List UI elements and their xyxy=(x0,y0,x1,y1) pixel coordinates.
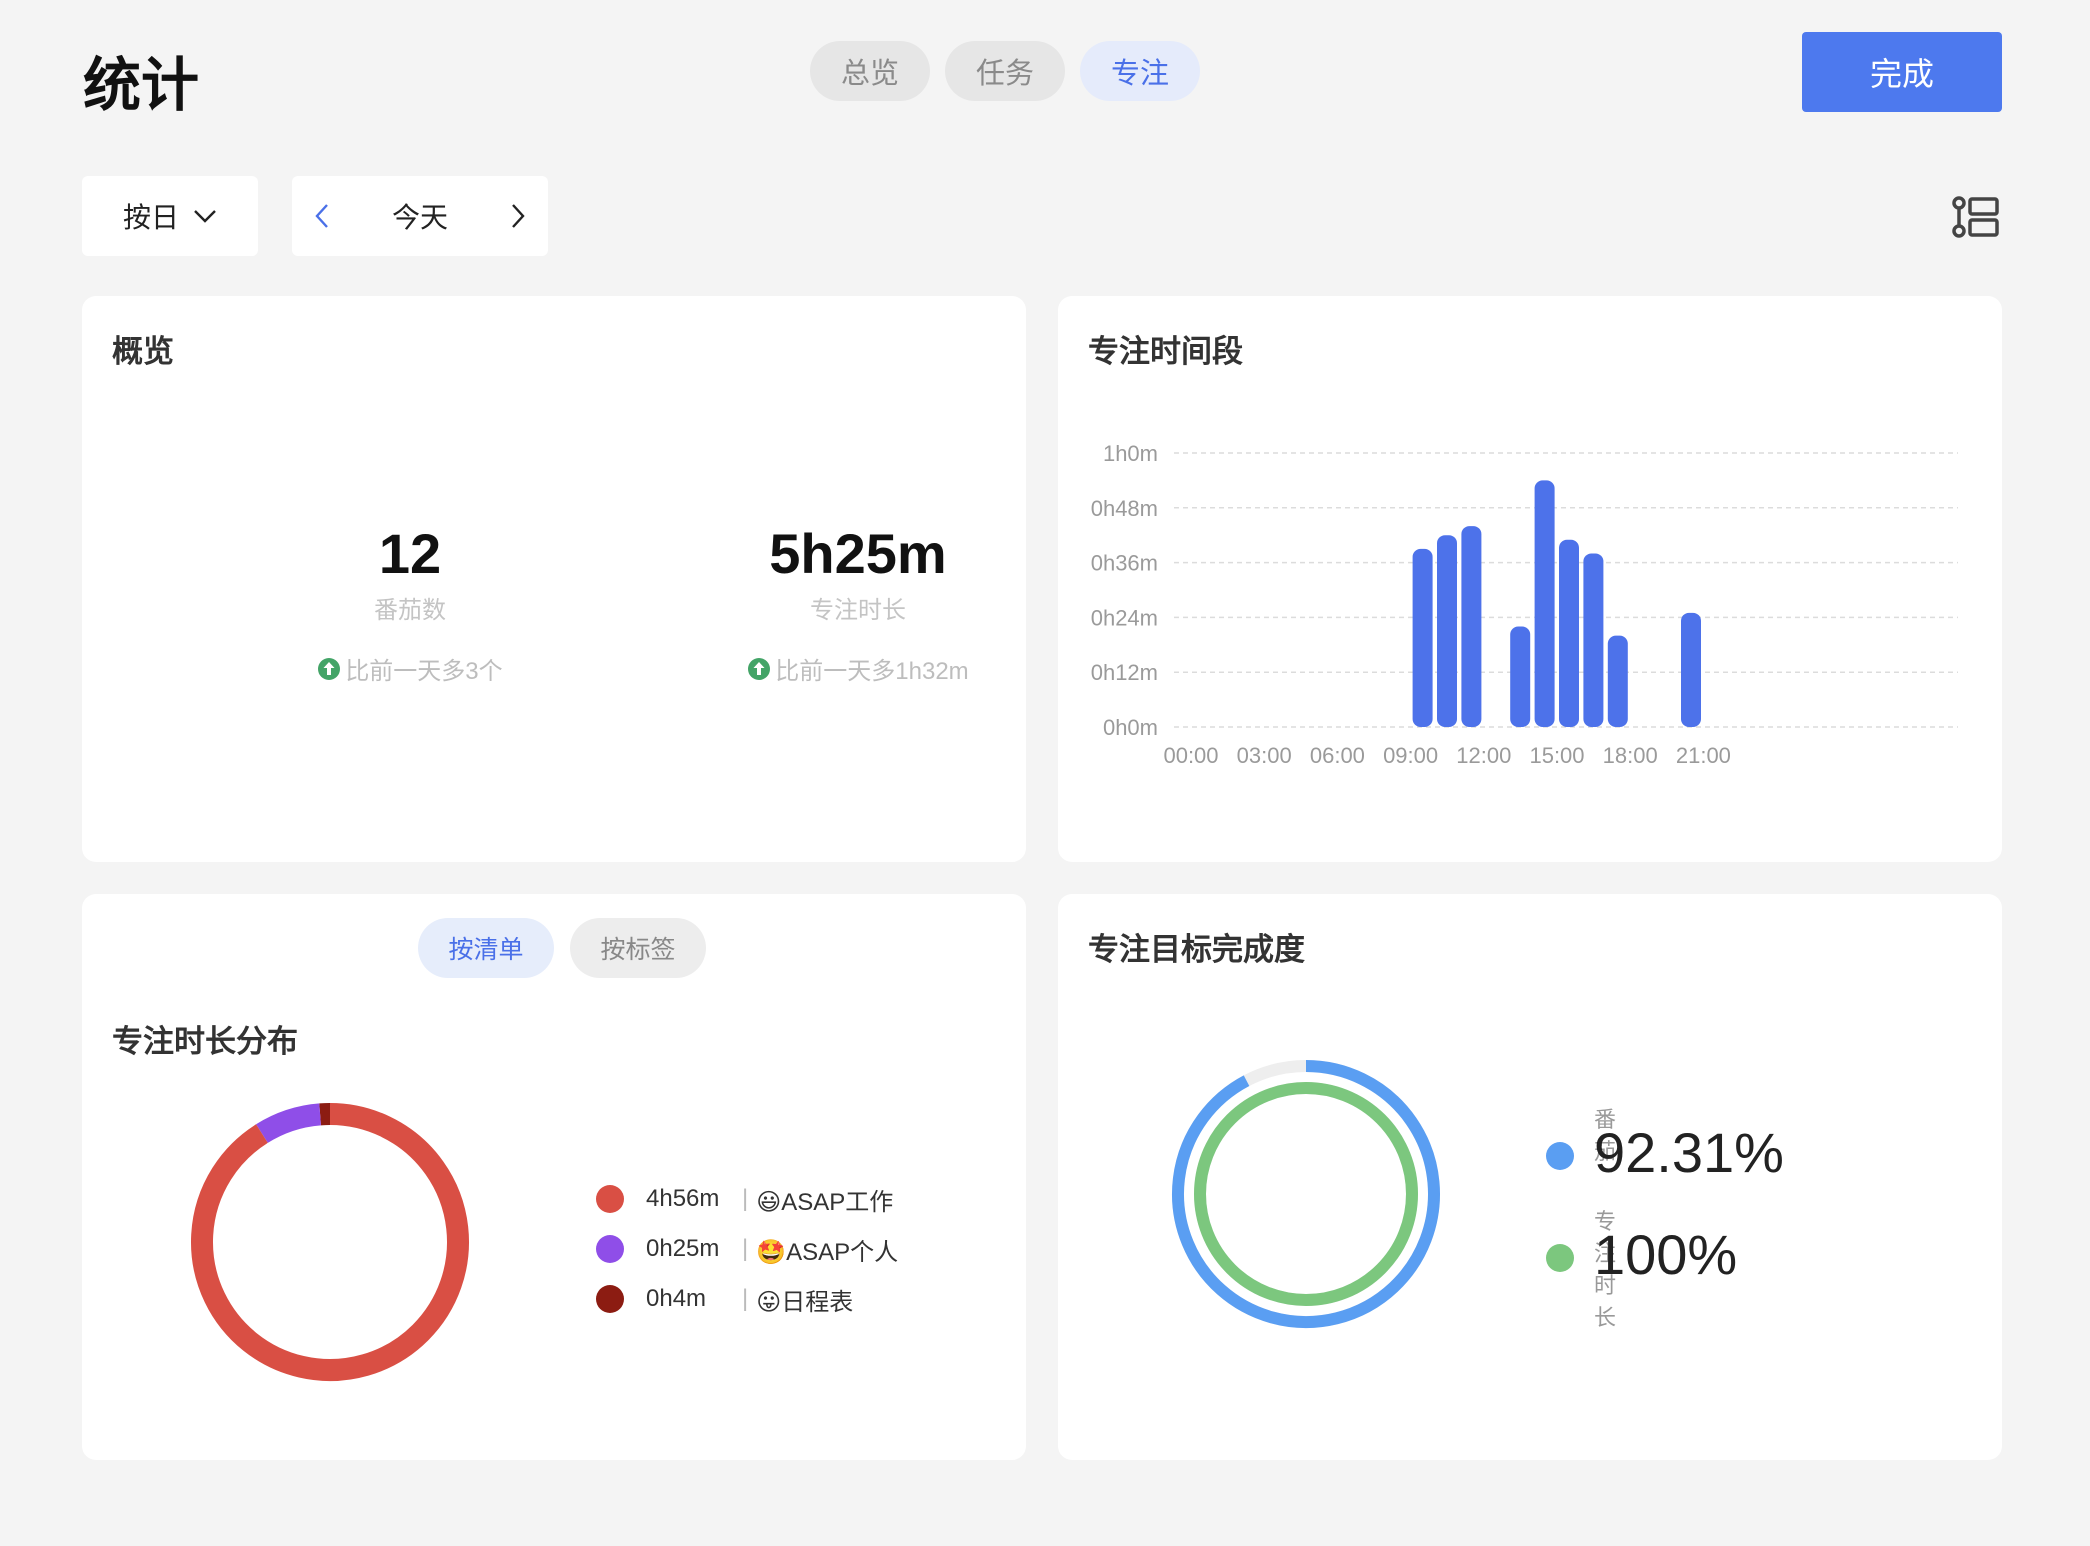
chevron-right-icon[interactable] xyxy=(508,202,528,230)
goals-card: 专注目标完成度 番茄 92.31% 专注时长 100% xyxy=(1058,894,2002,1460)
list-settings-icon[interactable] xyxy=(1952,196,2000,238)
distribution-card: 按清单 按标签 专注时长分布 4h56m | 😃ASAP工作 0h25m | 🤩… xyxy=(82,894,1026,1460)
y-tick-label: 0h36m xyxy=(1091,551,1158,576)
y-tick-label: 0h0m xyxy=(1103,715,1158,740)
legend-item: 4h56m | 😃ASAP工作 xyxy=(596,1174,898,1224)
overview-card: 概览 12 番茄数 比前一天多3个 5h25m 专注时长 比前一天多1h32m xyxy=(82,296,1026,862)
donut-slice xyxy=(191,1103,469,1381)
tab-tasks[interactable]: 任务 xyxy=(945,41,1065,101)
goal-value: 92.31% xyxy=(1594,1121,1784,1184)
distribution-donut xyxy=(191,1103,469,1381)
bar xyxy=(1607,635,1628,727)
focus-duration: 5h25m xyxy=(769,522,947,585)
legend-item: 0h25m | 🤩ASAP个人 xyxy=(596,1224,898,1274)
x-tick-label: 03:00 xyxy=(1237,743,1292,768)
bar xyxy=(1583,553,1604,727)
view-tabs: 总览 任务 专注 xyxy=(810,41,1200,101)
arrow-up-circle-icon xyxy=(318,657,341,680)
pomodoro-count: 12 xyxy=(378,522,442,585)
timeline-chart: 1h0m 0h48m 0h36m 0h24m 0h12m 0h0m00:00 03:00 06… xyxy=(1091,441,1958,768)
pomodoro-label: 番茄数 xyxy=(374,597,446,624)
legend-dot xyxy=(596,1185,624,1213)
goals-rings xyxy=(1172,1060,1440,1328)
legend-dot xyxy=(596,1285,624,1313)
x-tick-label: 12:00 xyxy=(1456,743,1511,768)
bar xyxy=(1681,612,1701,727)
distribution-legend: 4h56m | 😃ASAP工作 0h25m | 🤩ASAP个人 0h4m | 😛… xyxy=(596,1174,898,1324)
x-tick-label: 21:00 xyxy=(1676,743,1731,768)
goal-value: 100% xyxy=(1594,1223,1738,1286)
ring-progress xyxy=(1194,1082,1418,1306)
focus-compare-text: 比前一天多1h32m xyxy=(775,658,969,685)
legend-time: 0h4m xyxy=(646,1285,707,1312)
donut-slice xyxy=(256,1103,322,1144)
legend-name: 🤩ASAP个人 xyxy=(756,1238,899,1266)
x-tick-label: 15:00 xyxy=(1529,743,1584,768)
period-dropdown[interactable]: 按日 xyxy=(82,176,258,256)
y-tick-label: 0h24m xyxy=(1091,605,1158,630)
legend-separator: | xyxy=(742,1185,749,1212)
tab-overview[interactable]: 总览 xyxy=(810,41,930,101)
bar xyxy=(1437,535,1457,727)
pomodoro-compare: 比前一天多3个 xyxy=(230,651,590,686)
date-navigator: 今天 xyxy=(292,176,548,256)
y-tick-label: 0h12m xyxy=(1091,660,1158,685)
chevron-left-icon[interactable] xyxy=(312,202,332,230)
pomodoro-stat: 12 番茄数 比前一天多3个 xyxy=(230,526,590,686)
timeline-card: 专注时间段 1h0m 0h48m 0h36m 0h24m 0h12m 0h0m 00:00 0… xyxy=(1058,296,2002,862)
date-label[interactable]: 今天 xyxy=(392,196,448,236)
tab-focus[interactable]: 专注 xyxy=(1080,41,1200,101)
legend-dot xyxy=(596,1235,624,1263)
y-tick-label: 1h0m xyxy=(1103,441,1158,466)
tab-by-tag[interactable]: 按标签 xyxy=(570,918,706,978)
focus-label: 专注时长 xyxy=(810,597,906,624)
bar xyxy=(1412,548,1433,727)
page-title: 统计 xyxy=(83,53,200,118)
done-button[interactable]: 完成 xyxy=(1802,32,2002,112)
legend-time: 4h56m xyxy=(646,1185,720,1212)
bar xyxy=(1510,626,1531,727)
period-label: 按日 xyxy=(122,202,179,233)
legend-name: 😃ASAP工作 xyxy=(756,1188,894,1216)
x-tick-label: 09:00 xyxy=(1383,743,1438,768)
focus-stat: 5h25m 专注时长 比前一天多1h32m xyxy=(678,526,1038,686)
bar xyxy=(1534,480,1555,727)
legend-item: 0h4m | 😛日程表 xyxy=(596,1274,898,1324)
bar xyxy=(1461,526,1482,727)
arrow-up-circle-icon xyxy=(748,657,771,680)
overview-title: 概览 xyxy=(112,334,174,369)
bar xyxy=(1559,539,1579,727)
legend-separator: | xyxy=(742,1285,749,1312)
ring-progress xyxy=(1172,1060,1440,1328)
focus-compare: 比前一天多1h32m xyxy=(678,651,1038,686)
goal-dot xyxy=(1546,1244,1574,1272)
x-tick-label: 06:00 xyxy=(1310,743,1365,768)
x-tick-label: 18:00 xyxy=(1603,743,1658,768)
pomodoro-compare-text: 比前一天多3个 xyxy=(345,658,503,685)
goal-dot xyxy=(1546,1142,1574,1170)
x-tick-label: 00:00 xyxy=(1163,743,1218,768)
chevron-down-icon xyxy=(194,210,216,223)
y-tick-label: 0h48m xyxy=(1091,496,1158,521)
legend-name: 😛日程表 xyxy=(756,1288,854,1316)
legend-time: 0h25m xyxy=(646,1235,720,1262)
legend-separator: | xyxy=(742,1235,749,1262)
